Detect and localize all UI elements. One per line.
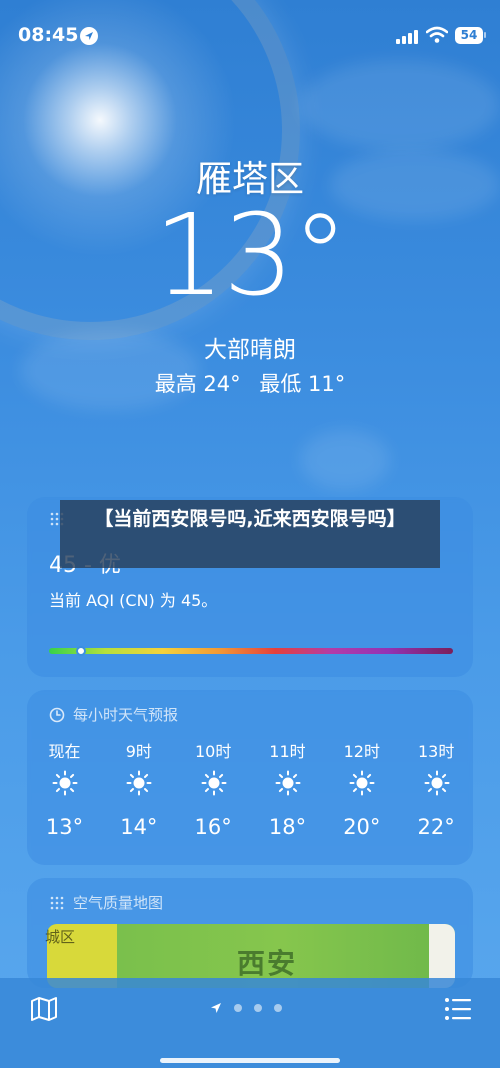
hour-label: 10时 [194, 742, 232, 761]
cloud [300, 60, 500, 150]
map-city-label: 西安 [237, 947, 298, 980]
sun-icon [52, 770, 78, 796]
status-bar: 08:45 54 [0, 0, 500, 72]
home-indicator[interactable] [160, 1058, 340, 1063]
hour-item: 11时 18° [250, 738, 324, 848]
map-title: 空气质量地图 [73, 894, 164, 912]
map-icon[interactable] [30, 996, 58, 1022]
weather-condition: 大部晴朗 [204, 337, 296, 363]
hour-temp: 20° [343, 815, 381, 839]
hour-item: 9时 14° [101, 738, 175, 848]
page-dot[interactable] [254, 1004, 262, 1012]
battery-indicator: 54 [455, 27, 483, 44]
page-dot[interactable] [274, 1004, 282, 1012]
hour-item: 12时 20° [324, 738, 398, 848]
location-arrow-icon [211, 1003, 221, 1013]
hour-label: 11时 [269, 742, 306, 761]
hourly-list[interactable]: 现在 13° 9时 14° 10时 16° 11时 18° 12时 20° 13… [27, 738, 473, 848]
status-time: 08:45 [18, 24, 79, 46]
hour-label: 12时 [343, 742, 380, 761]
page-dot[interactable] [234, 1004, 242, 1012]
hour-temp: 22° [417, 815, 455, 839]
high-temp: 最高 24° [154, 372, 241, 396]
cloud [300, 430, 390, 490]
hour-temp: 18° [268, 815, 307, 839]
hour-item: 现在 13° [27, 738, 101, 848]
sun-icon [126, 770, 152, 796]
sun-icon [201, 770, 227, 796]
hour-item: 13时 22° [399, 738, 473, 848]
hour-temp: 13° [45, 815, 84, 839]
page-indicator[interactable] [210, 1002, 282, 1014]
current-temperature: 13° [153, 191, 349, 321]
map-card-header: 空气质量地图 [49, 892, 163, 913]
battery-tip [484, 32, 486, 38]
map-district-label: 城区 [45, 928, 76, 946]
sun-icon [349, 770, 375, 796]
hourly-card-header: 每小时天气预报 [49, 704, 178, 725]
air-quality-map-card[interactable]: 空气质量地图 西安 城区 [27, 878, 473, 988]
hour-label: 9时 [125, 742, 152, 761]
bottom-toolbar [0, 978, 500, 1068]
sun-icon [275, 770, 301, 796]
high-low-temps: 最高 24° 最低 11° [0, 368, 500, 398]
aqi-description: 当前 AQI (CN) 为 45。 [49, 591, 218, 610]
headline-banner: 【当前西安限号吗,近来西安限号吗】 [60, 500, 440, 568]
air-quality-icon [50, 896, 64, 909]
aqi-level-marker [76, 646, 87, 656]
hour-temp: 14° [120, 815, 158, 839]
hour-temp: 16° [194, 815, 232, 839]
hourly-title: 每小时天气预报 [73, 706, 179, 724]
clock-icon [49, 707, 65, 722]
hour-item: 10时 16° [176, 738, 250, 848]
list-icon[interactable] [444, 997, 472, 1021]
hourly-forecast-card[interactable]: 每小时天气预报 现在 13° 9时 14° 10时 16° 11时 18° 12… [27, 690, 473, 865]
hour-label: 13时 [417, 742, 455, 761]
sun-icon [424, 770, 450, 796]
aqi-scale-bar [49, 646, 453, 656]
low-temp: 最低 11° [259, 372, 346, 396]
cellular-signal-icon [396, 28, 420, 44]
hour-label: 现在 [48, 742, 81, 761]
wifi-icon [425, 26, 449, 48]
location-arrow-icon [80, 27, 98, 45]
